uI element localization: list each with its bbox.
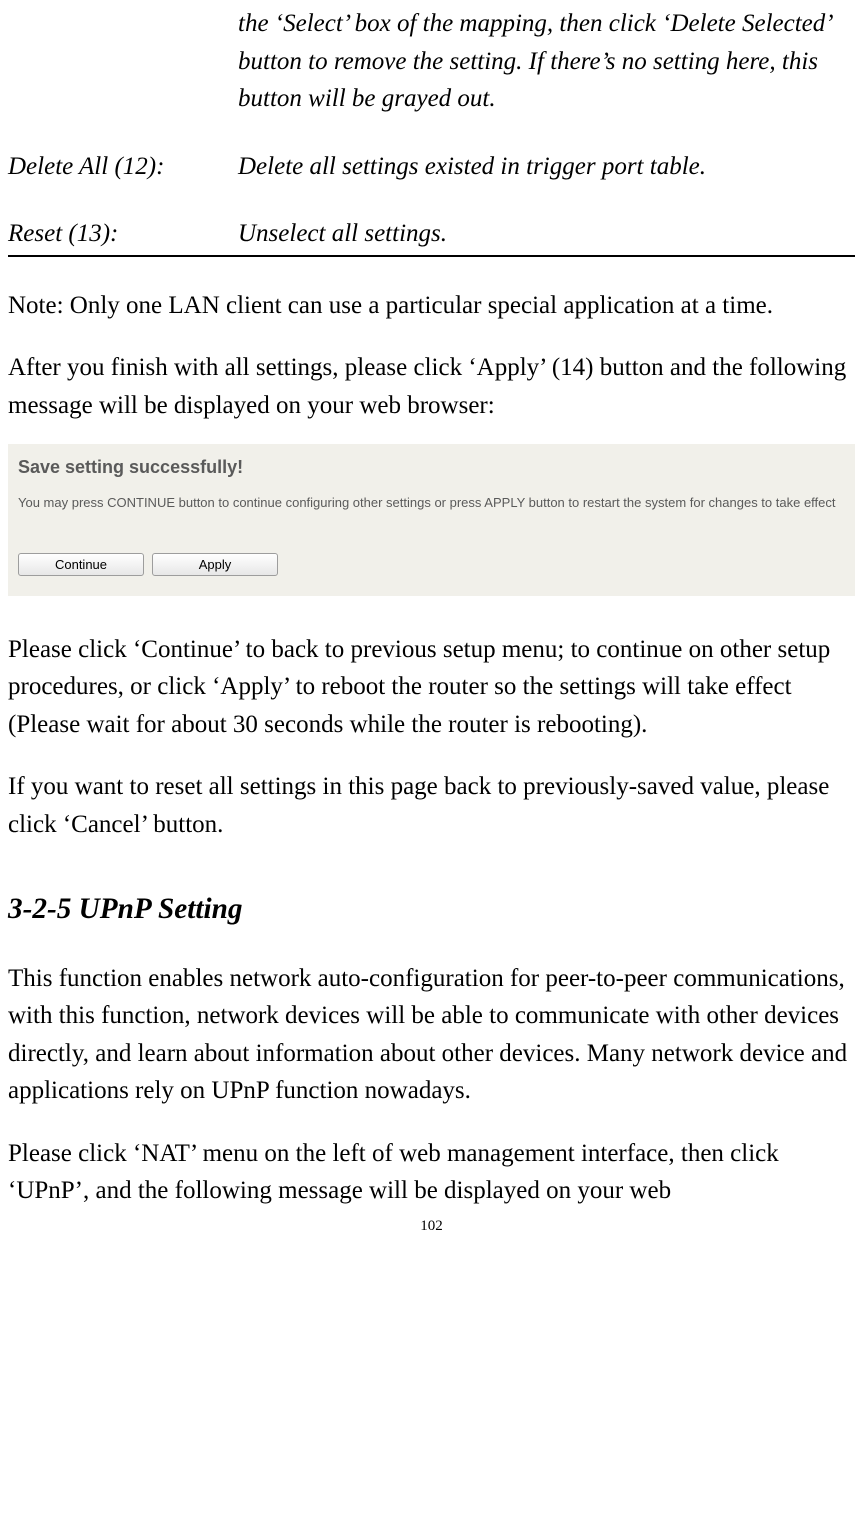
definition-description: Delete all settings existed in trigger p… (238, 148, 855, 186)
definition-delete-all: Delete All (12): Delete all settings exi… (8, 148, 855, 186)
upnp-navigation-text: Please click ‘NAT’ menu on the left of w… (8, 1135, 855, 1210)
page-number: 102 (8, 1215, 855, 1238)
continue-button[interactable]: Continue (18, 553, 144, 576)
definition-description: the ‘Select’ box of the mapping, then cl… (238, 5, 855, 118)
definition-label: Delete All (12): (8, 148, 238, 186)
definition-description: Unselect all settings. (238, 215, 855, 253)
reset-instruction-text: If you want to reset all settings in thi… (8, 768, 855, 843)
definition-continuation: the ‘Select’ box of the mapping, then cl… (8, 5, 855, 118)
save-success-screenshot: Save setting successfully! You may press… (8, 444, 855, 596)
definition-reset: Reset (13): Unselect all settings. (8, 215, 855, 257)
upnp-description-text: This function enables network auto-confi… (8, 960, 855, 1110)
definition-label: Reset (13): (8, 215, 238, 253)
save-success-message: You may press CONTINUE button to continu… (18, 493, 845, 513)
section-heading-upnp: 3-2-5 UPnP Setting (8, 888, 855, 932)
continue-instruction-text: Please click ‘Continue’ to back to previ… (8, 631, 855, 744)
button-row: Continue Apply (18, 553, 845, 576)
apply-instruction-text: After you finish with all settings, plea… (8, 349, 855, 424)
apply-button[interactable]: Apply (152, 553, 278, 576)
note-text: Note: Only one LAN client can use a part… (8, 287, 855, 325)
save-success-title: Save setting successfully! (18, 454, 845, 481)
